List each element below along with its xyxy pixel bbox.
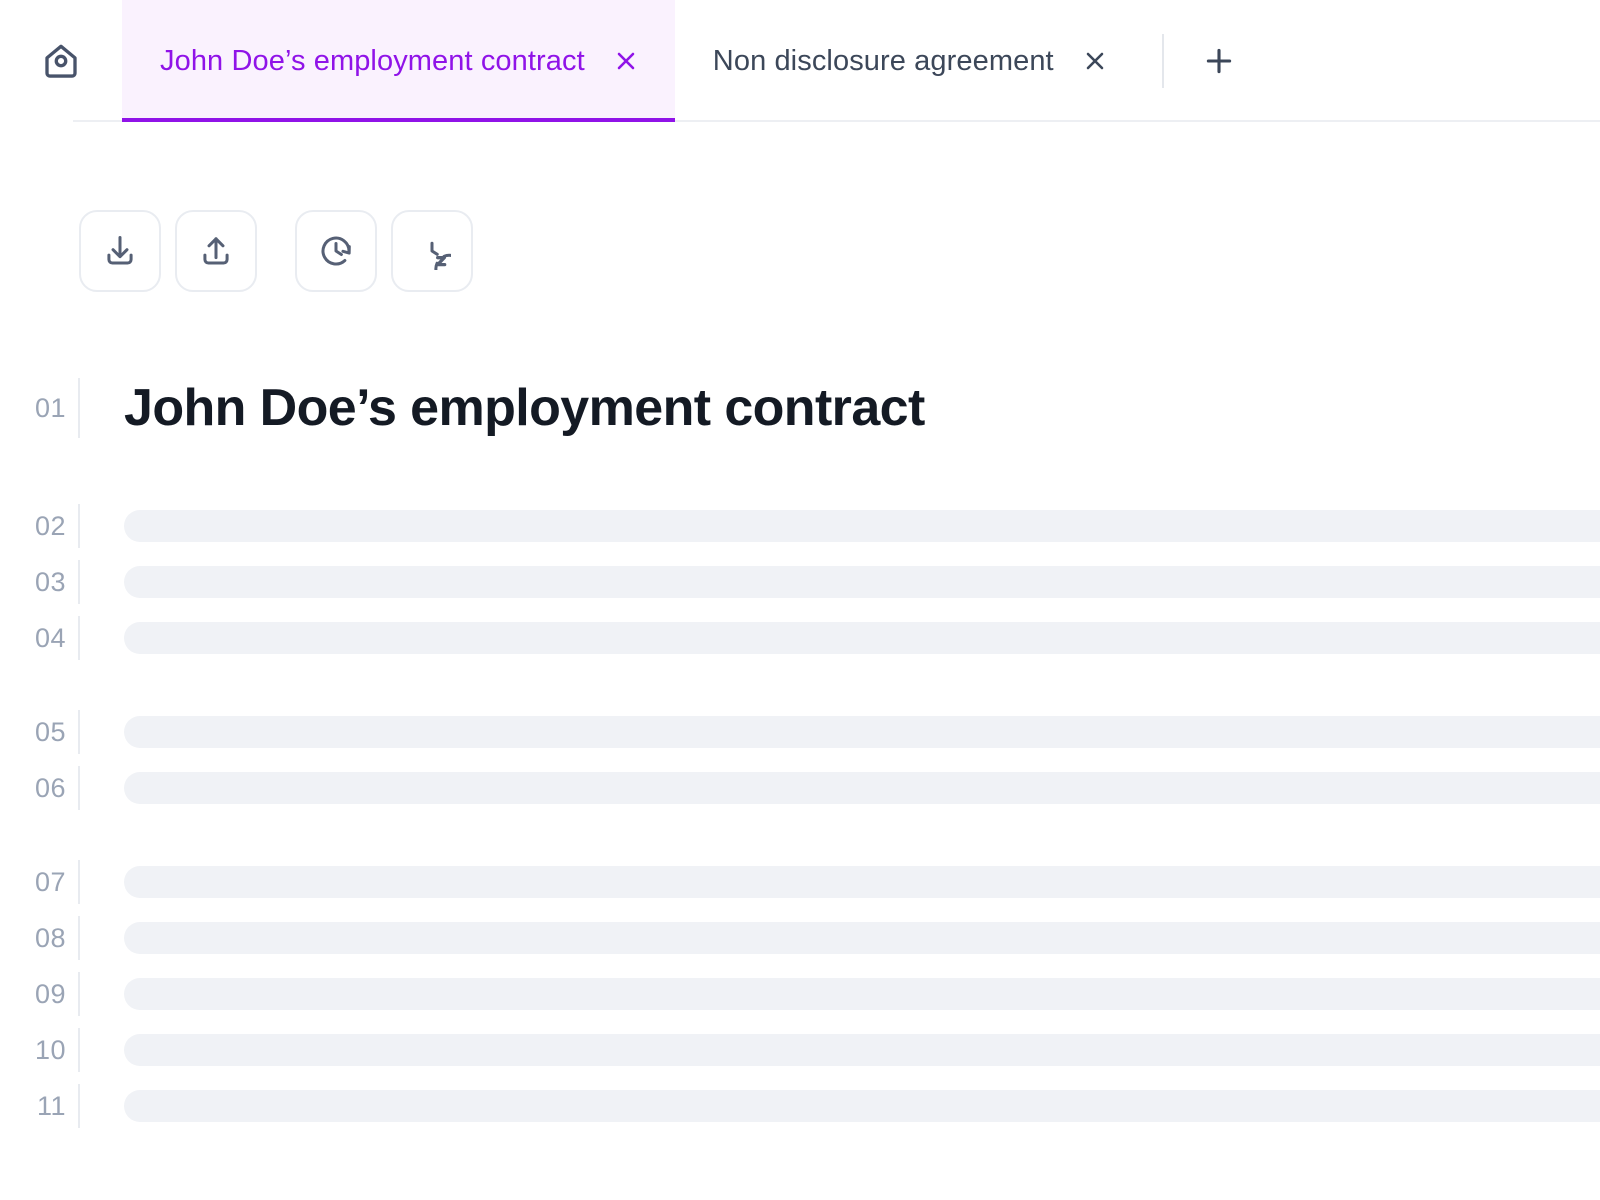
- line-group-gap: [0, 666, 1600, 704]
- close-icon[interactable]: [611, 46, 641, 76]
- document-title-line: 01 John Doe’s employment contract: [0, 356, 1600, 460]
- line-content[interactable]: John Doe’s employment contract: [80, 356, 1600, 460]
- line-number: 03: [34, 566, 66, 597]
- document-line-02: 02: [0, 498, 1600, 554]
- tab-label: Non disclosure agreement: [712, 44, 1054, 77]
- line-number: 04: [34, 622, 66, 653]
- plus-icon: [1202, 44, 1236, 78]
- document-line-05: 05: [0, 704, 1600, 760]
- line-group-gap: [0, 460, 1600, 498]
- line-gutter: 05: [0, 704, 78, 760]
- line-content[interactable]: [80, 910, 1600, 966]
- line-content[interactable]: [80, 1022, 1600, 1078]
- document-toolbar: [0, 122, 1600, 292]
- skeleton-bar: [124, 922, 1600, 954]
- new-tab-button[interactable]: [1186, 28, 1252, 94]
- line-group-gap: [0, 816, 1600, 854]
- line-gutter: 07: [0, 854, 78, 910]
- document-body: 01 John Doe’s employment contract 02 03 …: [0, 292, 1600, 1134]
- line-number: 09: [34, 978, 66, 1009]
- skeleton-bar: [124, 510, 1600, 542]
- page-title: John Doe’s employment contract: [124, 379, 925, 437]
- skeleton-bar: [124, 866, 1600, 898]
- skeleton-bar: [124, 566, 1600, 598]
- line-content[interactable]: [80, 554, 1600, 610]
- line-number: 06: [34, 772, 66, 803]
- line-gutter: 01: [0, 356, 78, 460]
- document-line-06: 06: [0, 760, 1600, 816]
- line-number: 01: [34, 392, 66, 423]
- skeleton-bar: [124, 622, 1600, 654]
- skeleton-bar: [124, 1090, 1600, 1122]
- line-content[interactable]: [80, 498, 1600, 554]
- clock-snooze-icon: [413, 232, 451, 270]
- version-history-button[interactable]: [295, 210, 377, 292]
- skeleton-bar: [124, 716, 1600, 748]
- download-icon: [101, 232, 139, 270]
- document-line-03: 03: [0, 554, 1600, 610]
- line-number: 02: [34, 510, 66, 541]
- skeleton-bar: [124, 772, 1600, 804]
- line-number: 08: [34, 922, 66, 953]
- snooze-button[interactable]: [391, 210, 473, 292]
- line-gutter: 10: [0, 1022, 78, 1078]
- line-gutter: 02: [0, 498, 78, 554]
- tab-john-doe-employment-contract[interactable]: John Doe’s employment contract: [122, 0, 675, 122]
- document-line-08: 08: [0, 910, 1600, 966]
- skeleton-bar: [124, 978, 1600, 1010]
- tab-bar-divider: [1161, 34, 1164, 88]
- line-gutter: 11: [0, 1078, 78, 1134]
- line-gutter: 09: [0, 966, 78, 1022]
- line-content[interactable]: [80, 1078, 1600, 1134]
- line-number: 10: [34, 1034, 66, 1065]
- line-content[interactable]: [80, 854, 1600, 910]
- line-gutter: 08: [0, 910, 78, 966]
- line-number: 05: [34, 716, 66, 747]
- document-line-09: 09: [0, 966, 1600, 1022]
- download-button[interactable]: [79, 210, 161, 292]
- document-line-11: 11: [0, 1078, 1600, 1134]
- line-number: 07: [34, 866, 66, 897]
- tab-bar: John Doe’s employment contract Non discl…: [0, 0, 1600, 122]
- line-gutter: 04: [0, 610, 78, 666]
- line-number: 11: [36, 1090, 66, 1121]
- document-line-07: 07: [0, 854, 1600, 910]
- line-gutter: 06: [0, 760, 78, 816]
- line-content[interactable]: [80, 610, 1600, 666]
- tab-non-disclosure-agreement[interactable]: Non disclosure agreement: [675, 0, 1144, 122]
- line-content[interactable]: [80, 704, 1600, 760]
- tab-label: John Doe’s employment contract: [160, 44, 585, 77]
- line-content[interactable]: [80, 760, 1600, 816]
- home-button[interactable]: [0, 0, 122, 122]
- document-line-04: 04: [0, 610, 1600, 666]
- upload-icon: [197, 232, 235, 270]
- skeleton-bar: [124, 1034, 1600, 1066]
- line-gutter: 03: [0, 554, 78, 610]
- close-icon[interactable]: [1080, 46, 1110, 76]
- line-content[interactable]: [80, 966, 1600, 1022]
- upload-button[interactable]: [175, 210, 257, 292]
- home-icon: [40, 40, 82, 82]
- document-line-10: 10: [0, 1022, 1600, 1078]
- history-restore-icon: [317, 232, 355, 270]
